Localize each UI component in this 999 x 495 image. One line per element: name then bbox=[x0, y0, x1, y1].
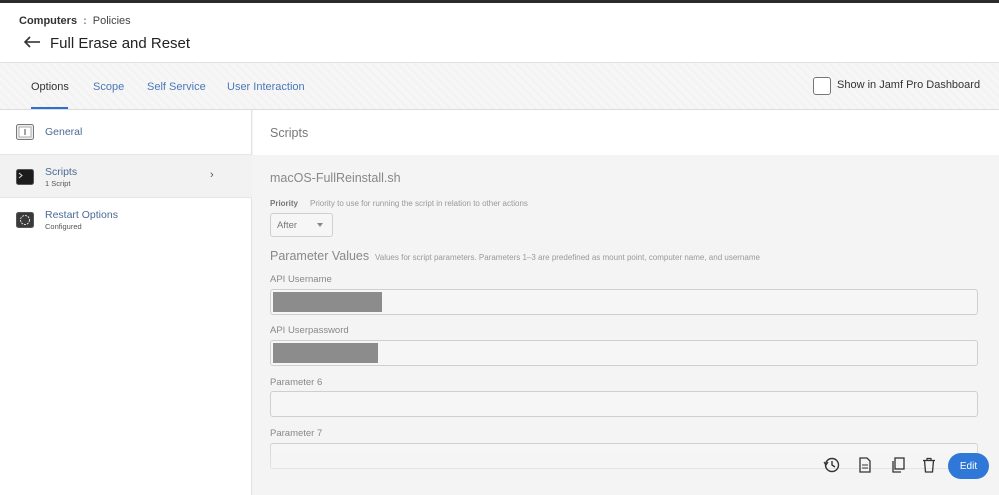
back-arrow-icon[interactable] bbox=[23, 34, 41, 50]
priority-label: Priority bbox=[270, 199, 299, 208]
parameter-values-help: Values for script parameters. Parameters… bbox=[375, 253, 760, 262]
parameter-6-label: Parameter 6 bbox=[270, 377, 323, 388]
redacted-value bbox=[273, 292, 382, 312]
bottom-fade bbox=[253, 445, 999, 495]
page-header: Computers : Policies Full Erase and Rese… bbox=[0, 3, 999, 63]
breadcrumb-root[interactable]: Computers bbox=[19, 15, 77, 27]
page-title: Full Erase and Reset bbox=[50, 35, 191, 52]
breadcrumb: Computers : Policies bbox=[19, 15, 131, 27]
tab-bar: Options Scope Self Service User Interact… bbox=[0, 63, 999, 110]
sidebar: General Scripts 1 Script › Restart Optio… bbox=[0, 110, 252, 495]
dashboard-checkbox[interactable] bbox=[813, 77, 831, 95]
api-username-label: API Username bbox=[270, 274, 332, 285]
tab-scope[interactable]: Scope bbox=[93, 81, 124, 93]
chevron-down-icon bbox=[317, 223, 323, 227]
tab-self-service[interactable]: Self Service bbox=[147, 81, 206, 93]
parameter-7-label: Parameter 7 bbox=[270, 428, 323, 439]
sidebar-item-sub: Configured bbox=[45, 222, 82, 231]
main-panel: Scripts macOS-FullReinstall.sh Priority … bbox=[253, 110, 999, 495]
terminal-icon bbox=[16, 169, 34, 185]
general-icon bbox=[16, 124, 34, 140]
script-name: macOS-FullReinstall.sh bbox=[270, 171, 401, 185]
parameter-6-field[interactable] bbox=[270, 391, 978, 417]
priority-select[interactable]: After bbox=[270, 213, 333, 237]
breadcrumb-current[interactable]: Policies bbox=[93, 15, 131, 27]
tab-options[interactable]: Options bbox=[31, 81, 69, 93]
chevron-right-icon: › bbox=[210, 169, 214, 181]
section-title: Scripts bbox=[270, 126, 309, 140]
sidebar-item-general[interactable]: General bbox=[0, 110, 252, 154]
redacted-value bbox=[273, 343, 378, 363]
sidebar-item-sub: 1 Script bbox=[45, 179, 71, 188]
trash-icon[interactable] bbox=[920, 456, 938, 474]
priority-help: Priority to use for running the script i… bbox=[310, 199, 528, 208]
sidebar-item-label: Restart Options bbox=[45, 209, 118, 221]
sidebar-item-label: General bbox=[45, 126, 83, 138]
active-tab-indicator bbox=[31, 107, 68, 109]
api-userpassword-field[interactable] bbox=[270, 340, 978, 366]
api-userpassword-label: API Userpassword bbox=[270, 325, 349, 336]
parameter-values-title: Parameter Values bbox=[270, 249, 370, 263]
tab-user-interaction[interactable]: User Interaction bbox=[227, 81, 305, 93]
section-header: Scripts bbox=[253, 110, 999, 155]
api-username-field[interactable] bbox=[270, 289, 978, 315]
clone-icon[interactable] bbox=[889, 456, 907, 474]
priority-value: After bbox=[277, 220, 298, 231]
sidebar-item-restart-options[interactable]: Restart Options Configured bbox=[0, 198, 252, 242]
sidebar-item-label: Scripts bbox=[45, 166, 78, 178]
sidebar-item-scripts[interactable]: Scripts 1 Script › bbox=[0, 154, 252, 198]
dashboard-checkbox-label[interactable]: Show in Jamf Pro Dashboard bbox=[837, 79, 980, 91]
breadcrumb-separator: : bbox=[83, 15, 87, 27]
edit-button[interactable]: Edit bbox=[948, 453, 989, 479]
log-icon[interactable] bbox=[856, 456, 874, 474]
history-icon[interactable] bbox=[823, 456, 841, 474]
restart-icon bbox=[16, 212, 34, 228]
